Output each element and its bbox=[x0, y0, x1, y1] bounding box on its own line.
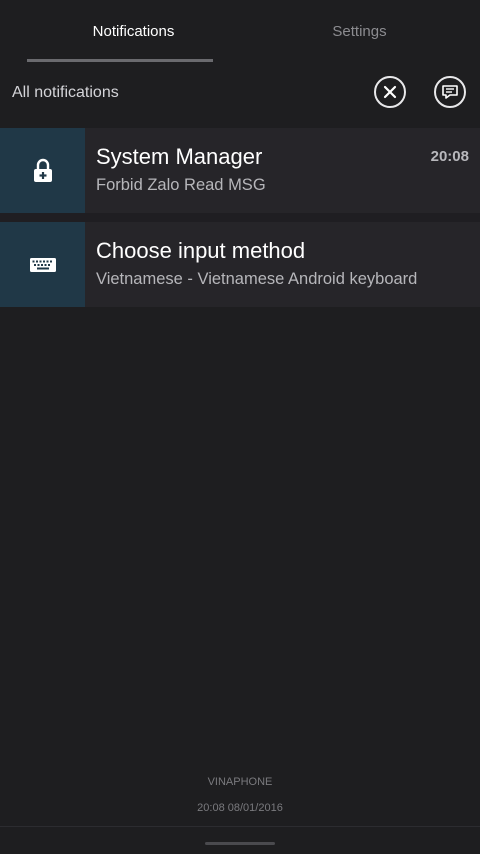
lock-plus-icon bbox=[33, 158, 52, 182]
footer-datetime: 20:08 08/01/2016 bbox=[197, 802, 283, 814]
notifications-header: All notifications bbox=[0, 63, 480, 127]
notification-input-method[interactable]: Choose input method Vietnamese - Vietnam… bbox=[0, 222, 480, 307]
notification-time: 20:08 bbox=[430, 148, 469, 165]
notification-icon-box bbox=[0, 128, 85, 213]
notification-shade: Notifications Settings All notifications bbox=[0, 0, 480, 854]
notification-system-manager[interactable]: System Manager Forbid Zalo Read MSG 20:0… bbox=[0, 128, 480, 213]
tab-settings[interactable]: Settings bbox=[253, 0, 466, 62]
clear-all-button[interactable] bbox=[374, 76, 406, 108]
tab-bar: Notifications Settings bbox=[0, 0, 480, 62]
tab-notifications-label: Notifications bbox=[92, 22, 175, 40]
active-tab-indicator bbox=[27, 59, 213, 62]
tab-settings-label: Settings bbox=[332, 22, 387, 40]
footer-divider bbox=[0, 826, 480, 827]
carrier-name: VINAPHONE bbox=[207, 776, 273, 788]
chat-bubble-icon bbox=[442, 85, 458, 99]
notification-subtitle: Vietnamese - Vietnamese Android keyboard bbox=[96, 270, 418, 288]
close-icon bbox=[383, 85, 397, 99]
notification-title: Choose input method bbox=[96, 238, 306, 263]
notification-messages-button[interactable] bbox=[434, 76, 466, 108]
notification-icon-box bbox=[0, 222, 85, 307]
notification-divider bbox=[0, 213, 480, 222]
notification-subtitle: Forbid Zalo Read MSG bbox=[96, 176, 266, 194]
keyboard-icon bbox=[29, 257, 56, 272]
drag-handle[interactable] bbox=[205, 842, 275, 845]
tab-notifications[interactable]: Notifications bbox=[27, 0, 240, 62]
header-title: All notifications bbox=[12, 84, 119, 101]
notification-title: System Manager bbox=[96, 144, 263, 169]
